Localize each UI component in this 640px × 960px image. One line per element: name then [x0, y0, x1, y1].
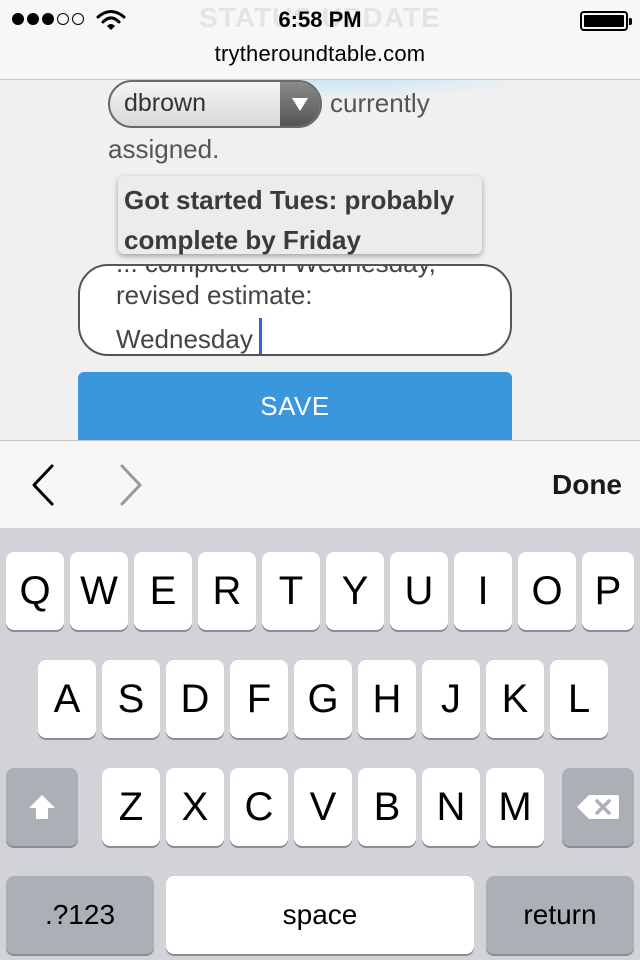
- shift-key[interactable]: [6, 768, 78, 846]
- key-t[interactable]: T: [262, 552, 320, 630]
- previous-status-tooltip: Got started Tues: probably complete by F…: [118, 176, 482, 255]
- key-a[interactable]: A: [38, 660, 96, 738]
- key-l[interactable]: L: [550, 660, 608, 738]
- key-u[interactable]: U: [390, 552, 448, 630]
- key-e[interactable]: E: [134, 552, 192, 630]
- key-c[interactable]: C: [230, 768, 288, 846]
- done-button[interactable]: Done: [552, 469, 622, 501]
- shift-arrow-icon: [29, 795, 55, 819]
- page-content: dbrown currently assigned. ... complete …: [0, 80, 640, 440]
- status-update-textarea[interactable]: ... complete on Wednesday, revised estim…: [78, 264, 512, 356]
- key-b[interactable]: B: [358, 768, 416, 846]
- status-bar: 6:58 PM: [0, 0, 640, 40]
- key-v[interactable]: V: [294, 768, 352, 846]
- key-d[interactable]: D: [166, 660, 224, 738]
- textarea-line-1: revised estimate:: [116, 280, 313, 310]
- textarea-scrolled-line: ... complete on Wednesday,: [116, 266, 436, 279]
- key-k[interactable]: K: [486, 660, 544, 738]
- status-time: 6:58 PM: [278, 7, 362, 32]
- url-bar[interactable]: trytheroundtable.com: [0, 41, 640, 67]
- dropdown-arrow-icon[interactable]: [280, 82, 320, 126]
- key-j[interactable]: J: [422, 660, 480, 738]
- key-f[interactable]: F: [230, 660, 288, 738]
- key-z[interactable]: Z: [102, 768, 160, 846]
- key-s[interactable]: S: [102, 660, 160, 738]
- assignee-select[interactable]: dbrown: [108, 80, 322, 128]
- key-y[interactable]: Y: [326, 552, 384, 630]
- key-n[interactable]: N: [422, 768, 480, 846]
- backspace-key[interactable]: [562, 768, 634, 846]
- tooltip-line-2: complete by Friday: [124, 225, 361, 255]
- backspace-icon: [577, 795, 619, 819]
- key-p[interactable]: P: [582, 552, 634, 630]
- save-button[interactable]: SAVE: [78, 372, 512, 440]
- tooltip-line-1: Got started Tues: probably: [124, 185, 455, 215]
- chevron-left-icon[interactable]: [28, 463, 58, 507]
- assigned-text: currently: [330, 88, 430, 118]
- key-q[interactable]: Q: [6, 552, 64, 630]
- return-key[interactable]: return: [486, 876, 634, 954]
- key-m[interactable]: M: [486, 768, 544, 846]
- text-caret: [258, 318, 262, 354]
- battery-icon: [580, 11, 632, 31]
- key-h[interactable]: H: [358, 660, 416, 738]
- key-i[interactable]: I: [454, 552, 512, 630]
- key-r[interactable]: R: [198, 552, 256, 630]
- form-accessory-bar: Done: [0, 440, 640, 528]
- key-g[interactable]: G: [294, 660, 352, 738]
- assignee-select-value: dbrown: [124, 89, 206, 117]
- key-x[interactable]: X: [166, 768, 224, 846]
- space-key[interactable]: space: [166, 876, 474, 954]
- assigned-text-continued: assigned.: [108, 134, 220, 164]
- numbers-key[interactable]: .?123: [6, 876, 154, 954]
- chevron-right-icon[interactable]: [116, 463, 146, 507]
- textarea-line-2-text: Wednesday: [116, 324, 253, 354]
- keyboard: Q W E R T Y U I O P A S D F G H J K L Z …: [0, 528, 640, 960]
- browser-top-bar: STATUS UPDATE 6:58 PM trytheroundtable.c…: [0, 0, 640, 80]
- key-o[interactable]: O: [518, 552, 576, 630]
- textarea-line-2: Wednesday: [116, 318, 262, 354]
- key-w[interactable]: W: [70, 552, 128, 630]
